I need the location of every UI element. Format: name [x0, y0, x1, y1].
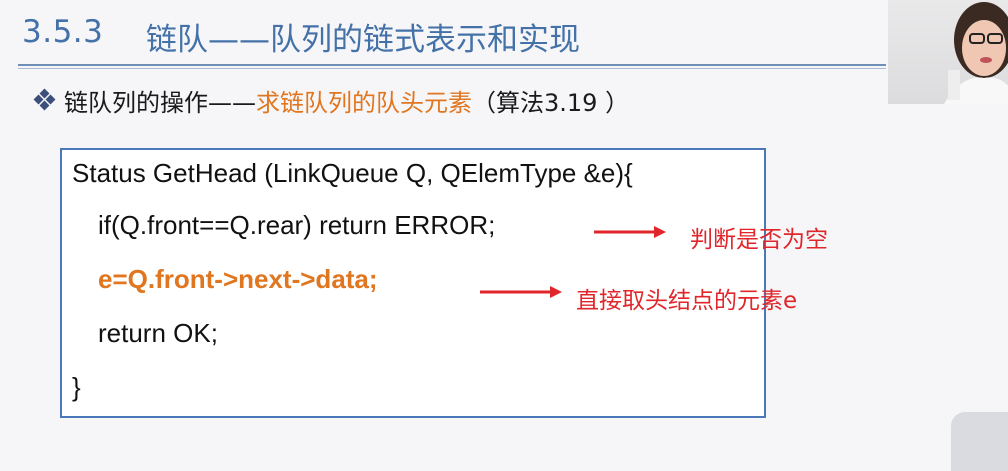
bullet-highlight: 求链队列的队头元素 [256, 88, 472, 117]
section-number: 3.5.3 [22, 14, 104, 50]
code-line-return: return OK; [98, 318, 218, 348]
code-line-assign: e=Q.front->next->data; [98, 264, 378, 294]
title-divider-thin [18, 68, 886, 69]
code-line-signature: Status GetHead (LinkQueue Q, QElemType &… [72, 158, 633, 188]
slide: 3.5.3 链队——队列的链式表示和实现 链队列的操作—— 求链队列的队头元素 … [0, 0, 1008, 471]
title-divider [18, 64, 886, 66]
arrow-right-icon [594, 226, 666, 238]
arrow-right-icon [480, 286, 562, 298]
slide-title: 链队——队列的链式表示和实现 [146, 22, 580, 58]
webcam-overlay [888, 0, 1008, 104]
chat-bubble-icon[interactable] [951, 412, 1008, 471]
code-line-close-brace: } [72, 372, 81, 402]
annotation-empty-check: 判断是否为空 [690, 227, 828, 253]
presenter-avatar-icon [944, 2, 1008, 104]
bullet-prefix: 链队列的操作—— [64, 88, 256, 117]
diamond-bullet-icon [33, 88, 56, 111]
annotation-take-head: 直接取头结点的元素e [576, 288, 798, 314]
bullet-suffix: （算法3.19 ） [472, 88, 630, 117]
bullet-point: 链队列的操作—— 求链队列的队头元素 （算法3.19 ） [33, 82, 630, 118]
code-line-empty-check: if(Q.front==Q.rear) return ERROR; [98, 210, 496, 240]
